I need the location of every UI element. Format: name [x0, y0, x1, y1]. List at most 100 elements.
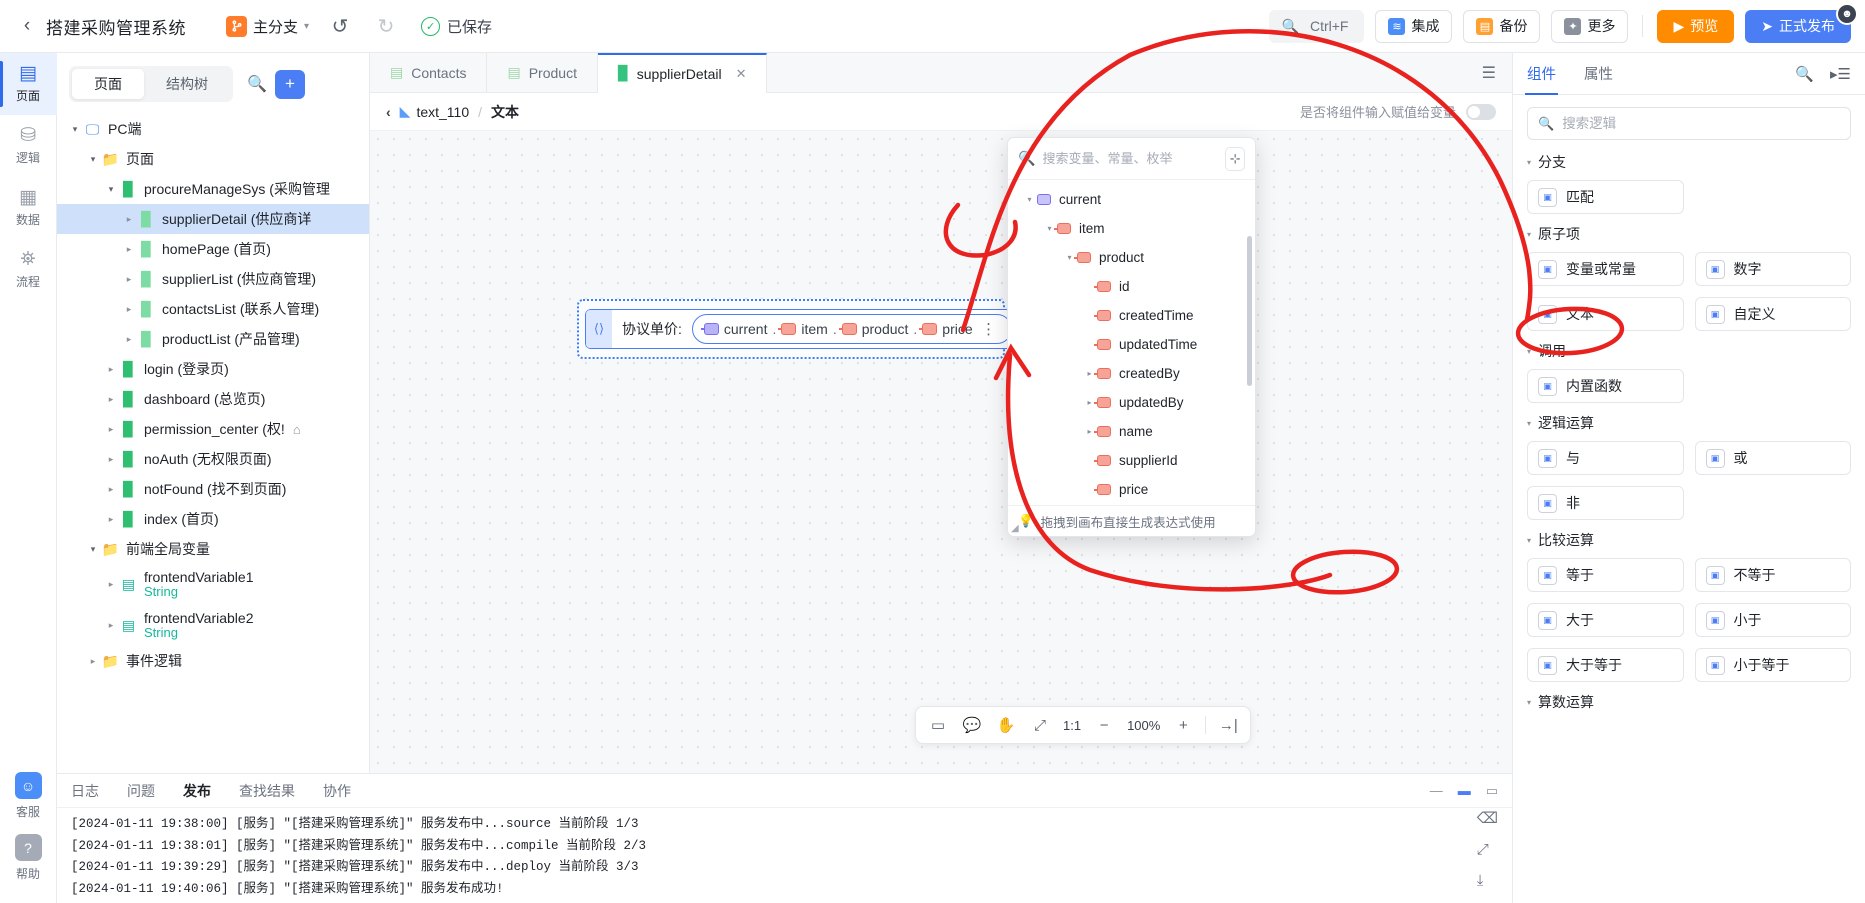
expression-canvas[interactable]: ⟨⟩ 协议单价: current . item . product . pric…	[370, 131, 1512, 773]
tree-node[interactable]: ▸ ▉ notFound (找不到页面)	[57, 474, 369, 504]
variable-node[interactable]: ▾ product	[1008, 243, 1255, 272]
group-header[interactable]: ▾ 逻辑运算	[1527, 413, 1851, 433]
expression-chips[interactable]: current . item . product . price ⋮	[691, 314, 1012, 344]
scrollbar[interactable]	[1247, 236, 1252, 386]
sidebar-item-logic[interactable]: ⛁ 逻辑	[0, 115, 57, 177]
back-icon[interactable]: ‹	[14, 13, 40, 39]
tab-find-results[interactable]: 查找结果	[239, 781, 295, 801]
sidebar-item-data[interactable]: ▦ 数据	[0, 177, 57, 239]
variable-node[interactable]: ▸ createdBy	[1008, 359, 1255, 388]
tree-node[interactable]: ▸ ▉ noAuth (无权限页面)	[57, 444, 369, 474]
list-icon[interactable]: ☰	[1466, 63, 1512, 83]
tree-toggle-icon[interactable]: ▸	[103, 579, 119, 590]
resize-handle[interactable]: ◢	[1011, 523, 1019, 534]
tree-toggle-icon[interactable]: ▸	[85, 656, 101, 667]
component-tile-match[interactable]: ▣ 匹配	[1527, 180, 1684, 214]
tree-node[interactable]: ▸ ▉ permission_center (权! ⌂	[57, 414, 369, 444]
variable-search-input[interactable]	[1042, 151, 1219, 166]
assign-toggle[interactable]	[1466, 103, 1496, 120]
tree-node[interactable]: ▸ ▉ contactsList (联系人管理)	[57, 294, 369, 324]
tree-toggle-icon[interactable]: ▸	[103, 424, 119, 435]
tab-structure-tree[interactable]: 结构树	[144, 69, 230, 99]
restore-icon[interactable]: ▭	[1486, 783, 1498, 799]
variable-node[interactable]: price	[1008, 475, 1255, 504]
expand-icon[interactable]: ⤢	[1477, 841, 1498, 858]
ratio-label[interactable]: 1:1	[1058, 718, 1086, 733]
sidebar-item-help[interactable]: ? 帮助	[0, 827, 57, 889]
undo-icon[interactable]: ↺	[325, 11, 355, 41]
tree-node[interactable]: ▸ ▉ productList (产品管理)	[57, 324, 369, 354]
avatar[interactable]: ☻	[1836, 3, 1858, 25]
tab-logs[interactable]: 日志	[71, 781, 99, 801]
tree-toggle-icon[interactable]: ▸	[103, 484, 119, 495]
variable-picker-popup[interactable]: 🔍 ⊹ ▾current▾item▾product id createdTime up…	[1007, 137, 1256, 537]
more-button[interactable]: ✦ 更多	[1551, 9, 1629, 43]
tab-components[interactable]: 组件	[1525, 53, 1558, 95]
tree-node[interactable]: ▸ ▉ supplierList (供应商管理)	[57, 264, 369, 294]
variable-node[interactable]: ▸ name	[1008, 417, 1255, 446]
tree-node[interactable]: ▾ 📁 前端全局变量	[57, 534, 369, 564]
group-header[interactable]: ▾ 比较运算	[1527, 530, 1851, 550]
component-tile-var[interactable]: ▣ 变量或常量	[1527, 252, 1684, 286]
tab-product[interactable]: ▤ Product	[487, 52, 598, 93]
tree-toggle-icon[interactable]: ▸	[103, 454, 119, 465]
tab-properties[interactable]: 属性	[1584, 53, 1613, 95]
frame-icon[interactable]: ▭	[922, 710, 954, 740]
component-tile-less[interactable]: ▣ 小于	[1694, 603, 1851, 637]
tab-supplierdetail[interactable]: ▉ supplierDetail ✕	[597, 52, 768, 93]
chip-price[interactable]: price	[919, 321, 973, 337]
tree-toggle-icon[interactable]: ▸	[103, 514, 119, 525]
tree-node[interactable]: ▸ 📁 事件逻辑	[57, 646, 369, 676]
tab-collaboration[interactable]: 协作	[323, 781, 351, 801]
branch-selector[interactable]: 主分支 ▾	[226, 15, 309, 37]
zoom-out-button[interactable]: −	[1088, 710, 1120, 740]
breadcrumb-node[interactable]: text_110	[416, 104, 469, 120]
search-icon[interactable]: 🔍	[1795, 65, 1814, 83]
tree-node[interactable]: ▸ ▉ login (登录页)	[57, 354, 369, 384]
sidebar-item-customer-service[interactable]: ☺ 客服	[0, 765, 57, 827]
tree-node[interactable]: ▾ 🖵 PC端	[57, 114, 369, 144]
component-tile-greater[interactable]: ▣ 大于	[1527, 603, 1684, 637]
component-tile-function[interactable]: ▣ 内置函数	[1527, 369, 1684, 403]
preview-button[interactable]: ▶ 预览	[1657, 9, 1735, 43]
integration-button[interactable]: ≋ 集成	[1375, 9, 1453, 43]
tree-node[interactable]: ▸ ▉ supplierDetail (供应商详	[57, 204, 369, 234]
group-header[interactable]: ▾ 分支	[1527, 152, 1851, 172]
tree-toggle-icon[interactable]: ▸	[121, 304, 137, 315]
tree-toggle-icon[interactable]: ▸	[103, 364, 119, 375]
component-tile-text[interactable]: ▣ 文本	[1527, 297, 1684, 331]
expression-card[interactable]: ⟨⟩ 协议单价: current . item . product . pric…	[585, 309, 1017, 349]
component-tile-greater-equal[interactable]: ▣ 大于等于	[1527, 648, 1684, 682]
sidebar-item-flow[interactable]: ⛯ 流程	[0, 239, 57, 301]
tree-toggle-icon[interactable]: ▸	[103, 620, 119, 631]
group-header[interactable]: ▾ 原子项	[1527, 224, 1851, 244]
tree-node[interactable]: ▾ 📁 页面	[57, 144, 369, 174]
close-icon[interactable]: ✕	[736, 66, 747, 82]
tree-toggle-icon[interactable]: ▾	[103, 184, 119, 195]
tab-publish[interactable]: 发布	[183, 781, 211, 801]
tab-contacts[interactable]: ▤ Contacts	[370, 52, 488, 93]
variable-node[interactable]: supplierId	[1008, 446, 1255, 475]
zoom-in-button[interactable]: +	[1167, 710, 1199, 740]
hand-icon[interactable]: ✋	[990, 710, 1022, 740]
variable-node[interactable]: ▸ updatedBy	[1008, 388, 1255, 417]
tab-pages[interactable]: 页面	[72, 69, 144, 99]
tree-node[interactable]: ▸ ▤ frontendVariable2 String	[57, 605, 369, 646]
chip-product[interactable]: product	[838, 321, 908, 337]
tree-node[interactable]: ▸ ▤ frontendVariable1 String	[57, 564, 369, 605]
breadcrumb-back-icon[interactable]: ‹	[386, 104, 391, 120]
logic-search-input[interactable]	[1562, 116, 1840, 131]
component-tile-and[interactable]: ▣ 与	[1527, 441, 1684, 475]
fit-icon[interactable]: ⤢	[1024, 710, 1056, 740]
comment-icon[interactable]: 💬	[956, 710, 988, 740]
search-icon[interactable]: 🔍	[247, 74, 267, 94]
chip-item[interactable]: item	[778, 321, 828, 337]
tree-node[interactable]: ▸ ▉ homePage (首页)	[57, 234, 369, 264]
chip-current[interactable]: current	[700, 321, 767, 337]
maximize-icon[interactable]: ▬	[1458, 783, 1471, 798]
component-tile-equal[interactable]: ▣ 等于	[1527, 558, 1684, 592]
clear-icon[interactable]: ⌫	[1477, 809, 1498, 827]
panel-collapse-icon[interactable]: ▸☰	[1830, 65, 1851, 83]
global-search-button[interactable]: 🔍 Ctrl+F	[1268, 9, 1365, 43]
sidebar-item-pages[interactable]: ▤ 页面	[0, 53, 57, 115]
